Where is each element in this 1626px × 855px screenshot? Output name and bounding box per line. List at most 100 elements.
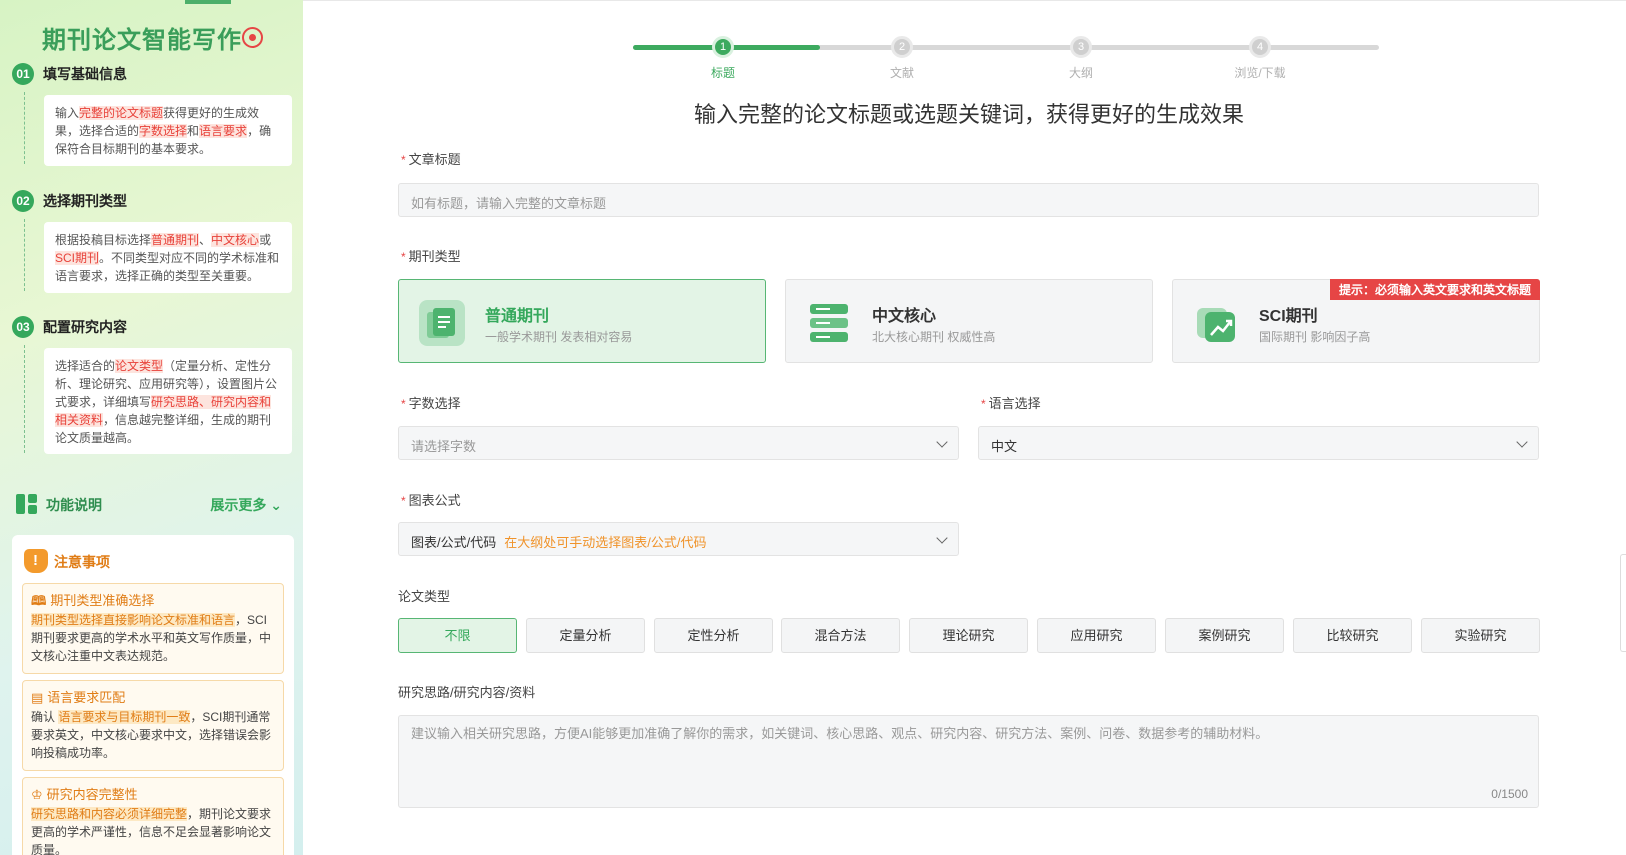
sidebar-top-accent: [185, 0, 231, 4]
progress-step-2[interactable]: 2: [891, 36, 913, 58]
note-heading: ♔ 研究内容完整性: [31, 786, 275, 804]
notes-header: 注意事项: [22, 547, 284, 577]
step-title-03: 配置研究内容: [43, 319, 127, 335]
sidebar-title: 期刊论文智能写作: [42, 27, 242, 54]
paper-type-option[interactable]: 混合方法: [781, 618, 900, 653]
word-count-label: * 字数选择: [401, 393, 461, 412]
journal-label-text: 期刊类型: [408, 249, 461, 264]
language-label: * 语言选择: [981, 393, 1041, 412]
required-mark: *: [981, 397, 986, 411]
feature-info-label: 功能说明: [46, 497, 102, 513]
text-segment: 输入: [55, 106, 80, 120]
progress-step-1[interactable]: 1: [712, 36, 734, 58]
progress-stepper: 1 标题 2 文献 3 大纲 4 浏览/下载: [633, 36, 1379, 85]
char-counter: 0/1500: [1491, 787, 1528, 801]
journal-option-core[interactable]: 中文核心 北大核心期刊 权威性高: [785, 279, 1153, 363]
graduation-cap-icon: ♔: [31, 787, 43, 802]
required-mark: *: [401, 250, 406, 264]
sci-warning-badge: 提示：必须输入英文要求和英文标题: [1329, 279, 1540, 300]
step-title-02: 选择期刊类型: [43, 193, 127, 209]
paper-type-option[interactable]: 定性分析: [654, 618, 773, 653]
progress-label-1: 标题: [710, 66, 735, 80]
word-count-placeholder: 请选择字数: [411, 439, 477, 454]
chart-formula-select[interactable]: 图表/公式/代码 在大纲处可手动选择图表/公式/代码: [398, 522, 959, 556]
side-rail-handle[interactable]: [1620, 554, 1626, 652]
journal-name: SCI期刊: [1259, 308, 1318, 325]
note-title: 语言要求匹配: [47, 690, 126, 705]
step-connector: [24, 345, 25, 453]
journal-desc: 北大核心期刊 权威性高: [872, 330, 996, 344]
paper-type-option[interactable]: 定量分析: [526, 618, 645, 653]
language-label-text: 语言选择: [988, 396, 1041, 411]
video-record-icon[interactable]: [242, 27, 263, 48]
highlight-text: SCI期刊: [55, 251, 100, 265]
document-icon: ▤: [31, 690, 44, 705]
step-desc-01: 输入完整的论文标题获得更好的生成效果，选择合适的字数选择和语言要求，确保符合目标…: [44, 95, 292, 166]
journal-name: 中文核心: [872, 308, 937, 325]
paper-type-label: 论文类型: [398, 589, 451, 604]
page-headline: 输入完整的论文标题或选题关键词，获得更好的生成效果: [693, 102, 1244, 127]
note-card: ♔ 研究内容完整性 研究思路和内容必须详细完整，期刊论文要求更高的学术严谨性，信息…: [22, 777, 284, 855]
document-icon: [419, 300, 465, 346]
research-textarea[interactable]: 建议输入相关研究思路，方便AI能够更加准确了解你的需求，如关键词、核心思路、观点…: [398, 715, 1539, 808]
research-label: 研究思路/研究内容/资料: [398, 685, 536, 700]
article-title-input[interactable]: 如有标题，请输入完整的文章标题: [398, 183, 1539, 217]
note-desc: 期刊类型选择直接影响论文标准和语言，SCI期刊要求更高的学术水平和英文写作质量，…: [31, 611, 275, 665]
language-select[interactable]: 中文: [978, 426, 1539, 460]
highlight-text: 完整的论文标题: [79, 106, 164, 120]
warning-shield-icon: [24, 549, 48, 573]
chart-formula-value: 图表/公式/代码: [411, 535, 497, 550]
step-title-01: 填写基础信息: [43, 66, 127, 82]
highlight-text: 论文类型: [115, 359, 164, 373]
journal-option-general[interactable]: 普通期刊 一般学术期刊 发表相对容易: [398, 279, 766, 363]
paper-type-option[interactable]: 实验研究: [1421, 618, 1540, 653]
chevron-down-icon: [1516, 436, 1528, 448]
feature-info-row: 功能说明 展示更多 ⌄: [16, 492, 294, 516]
required-mark: *: [401, 153, 406, 167]
progress-step-3[interactable]: 3: [1070, 36, 1092, 58]
server-icon: [810, 304, 848, 342]
note-title: 研究内容完整性: [46, 787, 138, 802]
chart-card-icon: [1197, 308, 1235, 342]
paper-type-option[interactable]: 应用研究: [1037, 618, 1156, 653]
chart-formula-hint: 在大纲处可手动选择图表/公式/代码: [504, 535, 707, 550]
step-connector: [24, 219, 25, 291]
highlight-text: 期刊类型选择直接影响论文标准和语言: [31, 613, 236, 627]
progress-label-3: 大纲: [1068, 66, 1093, 80]
chart-formula-label: * 图表公式: [401, 490, 461, 509]
notes-title: 注意事项: [54, 554, 110, 570]
highlight-text: 中文核心: [211, 233, 260, 247]
step-desc-03: 选择适合的论文类型（定量分析、定性分析、理论研究、应用研究等），设置图片公式要求…: [44, 348, 292, 454]
book-icon: 🕮: [31, 593, 47, 608]
note-heading: ▤ 语言要求匹配: [31, 689, 275, 707]
text-segment: 选择适合的: [55, 359, 116, 373]
word-count-select[interactable]: 请选择字数: [398, 426, 959, 460]
journal-option-sci[interactable]: SCI期刊 国际期刊 影响因子高 提示：必须输入英文要求和英文标题: [1172, 279, 1540, 363]
note-title: 期刊类型准确选择: [50, 593, 155, 608]
paper-type-option[interactable]: 案例研究: [1165, 618, 1284, 653]
journal-name: 普通期刊: [485, 308, 550, 325]
note-card: 🕮 期刊类型准确选择 期刊类型选择直接影响论文标准和语言，SCI期刊要求更高的学术…: [22, 583, 284, 674]
step-desc-02: 根据投稿目标选择普通期刊、中文核心或SCI期刊。不同类型对应不同的学术标准和语言…: [44, 222, 292, 293]
show-more-button[interactable]: 展示更多 ⌄: [210, 495, 282, 515]
step-connector: [24, 92, 25, 164]
paper-type-option[interactable]: 不限: [398, 618, 517, 653]
text-segment: 或: [259, 233, 272, 247]
note-card: ▤ 语言要求匹配 确认 语言要求与目标期刊一致，SCI期刊通常要求英文，中文核心要…: [22, 680, 284, 771]
highlight-text: 字数选择: [139, 124, 188, 138]
required-mark: *: [401, 494, 406, 508]
word-count-label-text: 字数选择: [408, 396, 461, 411]
highlight-text: 研究思路和内容必须详细完整: [31, 807, 188, 821]
highlight-text: 语言要求: [199, 124, 248, 138]
paper-type-option[interactable]: 理论研究: [909, 618, 1028, 653]
progress-step-4[interactable]: 4: [1249, 36, 1271, 58]
chevron-down-icon: ⌄: [270, 497, 282, 513]
paper-type-option[interactable]: 比较研究: [1293, 618, 1412, 653]
highlight-text: 语言要求与目标期刊一致: [58, 710, 191, 724]
progress-label-4: 浏览/下载: [1234, 66, 1286, 80]
text-segment: 根据投稿目标选择: [55, 233, 152, 247]
highlight-text: 普通期刊: [151, 233, 200, 247]
text-segment: 和: [187, 124, 200, 138]
chart-formula-label-text: 图表公式: [408, 493, 461, 508]
text-segment: 、: [199, 233, 212, 247]
